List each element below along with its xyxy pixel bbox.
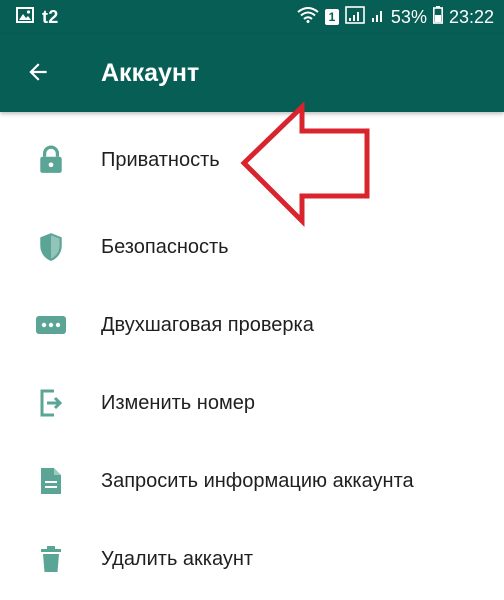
clock: 23:22	[448, 6, 494, 27]
sim-slot-badge: 1	[324, 9, 339, 25]
menu-item-change-number[interactable]: Изменить номер	[0, 364, 504, 442]
battery-percent: 53%	[390, 6, 427, 27]
app-bar: Аккаунт	[0, 34, 504, 112]
shield-icon	[35, 231, 67, 263]
menu-item-label: Приватность	[101, 148, 220, 171]
status-bar: t2 1 53% 23:22	[0, 0, 504, 34]
menu-item-label: Удалить аккаунт	[101, 547, 254, 570]
change-number-icon	[35, 387, 67, 419]
carrier-name: t2	[42, 6, 59, 27]
menu-item-label: Безопасность	[101, 235, 229, 258]
menu-item-label: Запросить информацию аккаунта	[101, 469, 414, 492]
menu-item-label: Изменить номер	[101, 391, 255, 414]
back-button[interactable]	[18, 54, 58, 94]
status-bar-left: t2	[10, 0, 58, 34]
menu-item-delete-account[interactable]: Удалить аккаунт	[0, 520, 504, 598]
document-icon	[35, 465, 67, 497]
menu-item-request-info[interactable]: Запросить информацию аккаунта	[0, 442, 504, 520]
signal-icon	[345, 5, 365, 29]
battery-icon	[432, 5, 443, 29]
password-dots-icon	[35, 309, 67, 341]
status-bar-right: 1 53% 23:22	[291, 0, 494, 34]
menu-item-privacy[interactable]: Приватность	[0, 112, 504, 208]
menu-item-two-step[interactable]: Двухшаговая проверка	[0, 286, 504, 364]
page-title: Аккаунт	[101, 58, 200, 87]
arrow-back-icon	[25, 59, 51, 90]
menu-item-label: Двухшаговая проверка	[101, 313, 314, 336]
signal-strength-icon	[371, 7, 385, 28]
menu-item-security[interactable]: Безопасность	[0, 208, 504, 286]
image-icon	[16, 6, 34, 28]
account-settings-list: Приватность Безопасность Двухшаговая про…	[0, 112, 504, 598]
trash-icon	[35, 543, 67, 575]
lock-icon	[35, 144, 67, 176]
wifi-icon	[297, 6, 319, 28]
